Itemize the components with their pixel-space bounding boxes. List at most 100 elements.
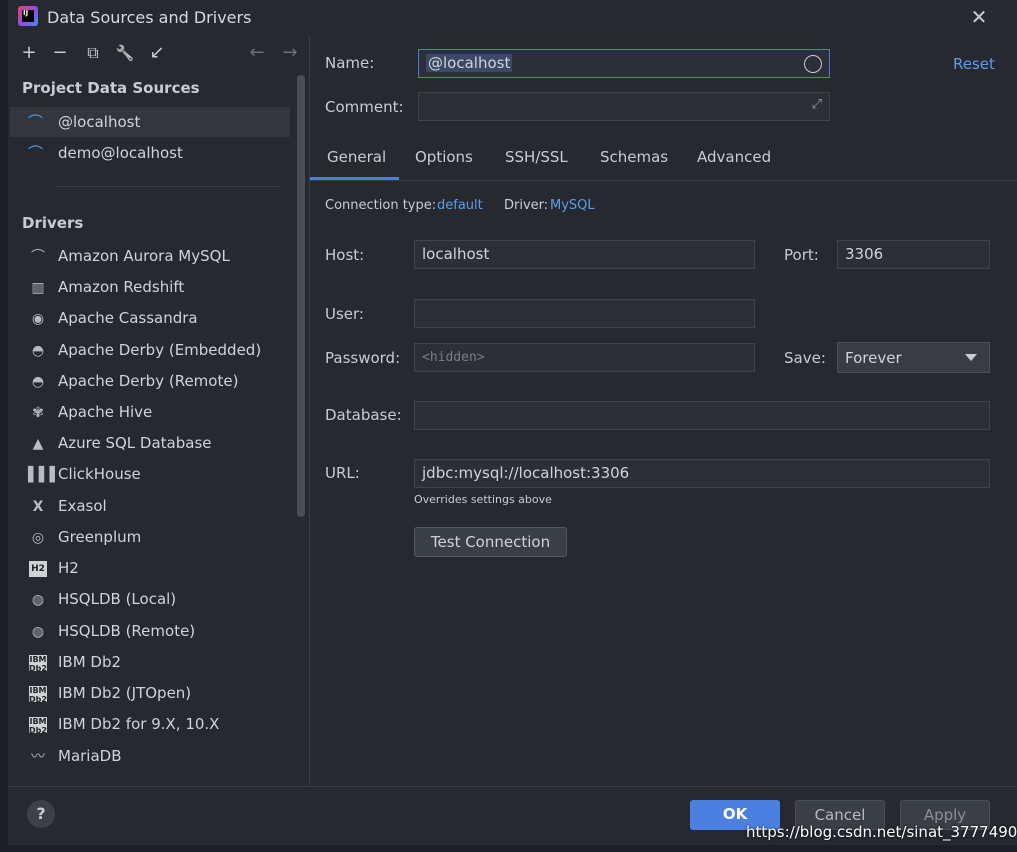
data-source-item[interactable]: ⌒ @localhost [10, 107, 290, 137]
watermark: https://blog.csdn.net/sinat_37774909 [746, 823, 1017, 841]
left-scrollbar[interactable] [297, 75, 305, 517]
data-source-label: demo@localhost [58, 144, 183, 162]
app-icon: IJ [18, 6, 38, 26]
cassandra-icon: ◉ [31, 311, 45, 327]
name-value: @localhost [426, 54, 513, 72]
driver-item[interactable]: IBM Db2 IBM Db2 for 9.X, 10.X [22, 710, 290, 740]
url-note: Overrides settings above [414, 493, 552, 506]
duplicate-icon[interactable]: ⧉ [82, 42, 104, 64]
driver-item[interactable]: ◉ Apache Cassandra [22, 304, 290, 334]
divider [56, 186, 281, 187]
driver-link[interactable]: MySQL [550, 198, 595, 213]
mysql-dolphin-icon: ⌒ [28, 113, 44, 131]
host-field[interactable]: localhost [414, 240, 755, 269]
tab-advanced[interactable]: Advanced [697, 148, 771, 180]
password-label: Password: [325, 349, 401, 367]
comment-field[interactable]: ⤢ [418, 92, 830, 121]
save-value: Forever [845, 349, 902, 367]
mariadb-icon: 〰 [31, 749, 45, 765]
color-circle-icon[interactable] [804, 55, 822, 73]
database-label: Database: [325, 406, 402, 424]
driver-item[interactable]: ◓ Apache Derby (Embedded) [22, 336, 290, 366]
pane-splitter[interactable] [309, 36, 310, 786]
driver-label: IBM Db2 (JTOpen) [58, 684, 192, 702]
driver-label: HSQLDB (Remote) [58, 622, 196, 640]
project-data-sources-header: Project Data Sources [22, 79, 200, 97]
driver-label: IBM Db2 for 9.X, 10.X [58, 715, 220, 733]
wrench-icon[interactable]: 🔧 [114, 42, 136, 64]
connection-type-link[interactable]: default [437, 198, 483, 213]
name-label: Name: [325, 54, 375, 72]
db2-icon: IBM Db2 [29, 717, 47, 735]
driver-item[interactable]: ▥ Amazon Redshift [22, 273, 290, 303]
connection-type-label: Connection type: [325, 198, 437, 213]
clickhouse-icon: ▌▌▌ [28, 467, 61, 483]
driver-label: IBM Db2 [58, 653, 122, 671]
greenplum-icon: ◎ [31, 530, 45, 546]
driver-label: Amazon Redshift [58, 278, 185, 296]
driver-label: Apache Hive [58, 403, 153, 421]
driver-label: Azure SQL Database [58, 434, 212, 452]
driver-item[interactable]: ▌▌▌ ClickHouse [22, 460, 290, 490]
mysql-dolphin-icon: ⌒ [28, 144, 44, 162]
user-label: User: [325, 305, 364, 323]
driver-item[interactable]: H2 H2 [22, 554, 290, 584]
redshift-icon: ▥ [31, 280, 45, 296]
driver-item[interactable]: ✾ Apache Hive [22, 398, 290, 428]
add-icon[interactable]: + [18, 42, 40, 64]
driver-item[interactable]: 〰 MariaDB [22, 742, 290, 772]
back-arrow-icon[interactable]: ← [246, 42, 268, 64]
test-connection-button[interactable]: Test Connection [414, 527, 567, 557]
driver-item[interactable]: ▲ Azure SQL Database [22, 429, 290, 459]
comment-label: Comment: [325, 98, 404, 116]
driver-label: ClickHouse [58, 465, 141, 483]
save-label: Save: [784, 349, 826, 367]
url-field[interactable]: jdbc:mysql://localhost:3306 [414, 459, 990, 488]
driver-item[interactable]: IBM Db2 IBM Db2 (JTOpen) [22, 679, 290, 709]
data-source-label: @localhost [58, 113, 141, 131]
host-label: Host: [325, 246, 365, 264]
driver-item[interactable]: ◓ Apache Derby (Remote) [22, 367, 290, 397]
tab-schemas[interactable]: Schemas [600, 148, 668, 180]
driver-item[interactable]: X Exasol [22, 492, 290, 522]
expand-icon[interactable]: ⤢ [812, 97, 822, 112]
h2-icon: H2 [29, 561, 47, 577]
hsqldb-icon: ◍ [31, 624, 45, 640]
derby-icon: ◓ [31, 374, 45, 390]
driver-label: H2 [58, 559, 79, 577]
close-icon[interactable]: ✕ [968, 6, 990, 28]
import-icon[interactable]: ↙ [146, 42, 168, 64]
tab-general[interactable]: General [327, 148, 386, 180]
port-field[interactable]: 3306 [837, 240, 990, 269]
database-field[interactable] [414, 401, 990, 430]
tab-ssh-ssl[interactable]: SSH/SSL [505, 148, 568, 180]
db2-icon: IBM Db2 [29, 686, 47, 704]
port-label: Port: [784, 246, 819, 264]
password-field[interactable]: <hidden> [414, 343, 755, 372]
reset-link[interactable]: Reset [953, 55, 995, 73]
help-icon[interactable]: ? [27, 800, 55, 828]
driver-item[interactable]: ◍ HSQLDB (Remote) [22, 617, 290, 647]
azure-icon: ▲ [32, 436, 44, 452]
data-source-item[interactable]: ⌒ demo@localhost [10, 138, 290, 168]
user-field[interactable] [414, 299, 755, 328]
driver-label: Amazon Aurora MySQL [58, 247, 230, 265]
driver-item[interactable]: ⌒ Amazon Aurora MySQL [22, 242, 290, 272]
save-dropdown[interactable]: Forever [837, 342, 990, 373]
remove-icon[interactable]: − [49, 42, 71, 64]
driver-item[interactable]: ◍ HSQLDB (Local) [22, 585, 290, 615]
hive-icon: ✾ [32, 405, 44, 421]
driver-item[interactable]: ◎ Greenplum [22, 523, 290, 553]
db2-icon: IBM Db2 [29, 655, 47, 673]
active-tab-indicator [310, 177, 399, 180]
name-field[interactable]: @localhost [418, 49, 830, 78]
drivers-header: Drivers [22, 214, 84, 232]
derby-icon: ◓ [31, 343, 45, 359]
forward-arrow-icon[interactable]: → [279, 42, 301, 64]
driver-item[interactable]: IBM Db2 IBM Db2 [22, 648, 290, 678]
url-label: URL: [325, 464, 360, 482]
driver-label: MariaDB [58, 747, 122, 765]
window-title: Data Sources and Drivers [47, 8, 252, 27]
tab-options[interactable]: Options [415, 148, 473, 180]
driver-label: Greenplum [58, 528, 142, 546]
